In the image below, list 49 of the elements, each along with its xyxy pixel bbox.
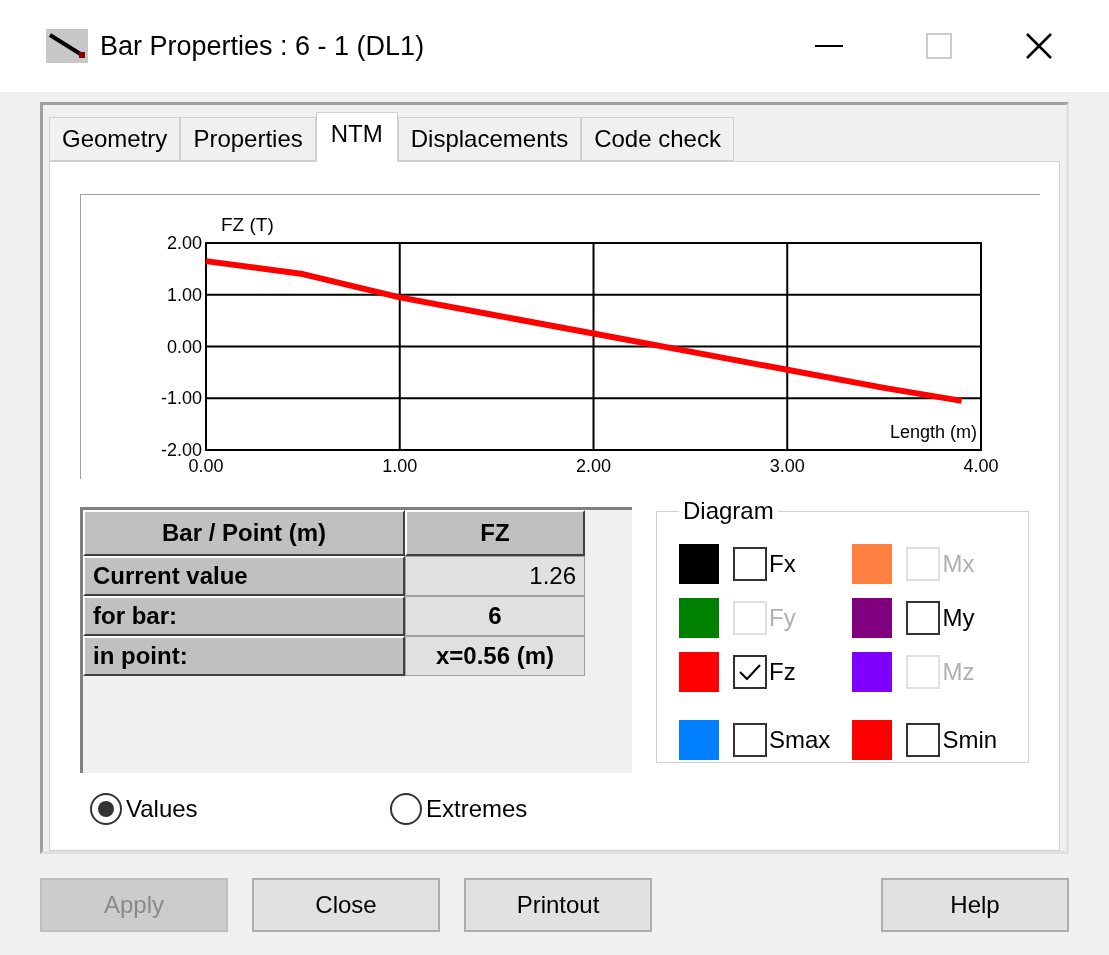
dialog-button[interactable]: Help xyxy=(881,878,1069,932)
axis-title: FZ (T) xyxy=(221,214,274,235)
tick-label: 4.00 xyxy=(963,456,999,476)
minimize-icon xyxy=(815,44,843,48)
close-icon xyxy=(1025,32,1053,60)
checkbox-label: My xyxy=(942,603,975,633)
checkbox[interactable] xyxy=(733,655,767,689)
checkbox-label: Smax xyxy=(769,725,831,755)
table-cell: 1.26 xyxy=(405,556,585,596)
dialog-button[interactable]: Printout xyxy=(464,878,652,932)
group-title: Diagram xyxy=(682,496,775,526)
tab[interactable]: Properties xyxy=(180,117,316,161)
checkbox-label: Fy xyxy=(769,603,796,633)
table-cell: 6 xyxy=(405,596,585,636)
tick-label: 1.00 xyxy=(382,456,418,476)
tab[interactable]: Code check xyxy=(581,117,734,161)
radio-label: Values xyxy=(126,794,198,824)
tab[interactable]: NTM xyxy=(315,112,398,162)
row-label: for bar: xyxy=(83,596,405,636)
row-label: Current value xyxy=(83,556,405,596)
tick-label: 1.00 xyxy=(166,284,202,305)
tab[interactable]: Displacements xyxy=(397,117,582,161)
checkbox[interactable] xyxy=(733,547,767,581)
checkbox-label: Smin xyxy=(942,725,998,755)
tab[interactable]: Geometry xyxy=(49,117,181,161)
checkbox-label: Mx xyxy=(942,549,975,579)
checkbox[interactable] xyxy=(906,601,941,635)
radio-label: Extremes xyxy=(426,794,528,824)
column-header: FZ xyxy=(405,510,585,556)
axis-title: Length (m) xyxy=(889,422,977,442)
checkbox[interactable] xyxy=(906,723,941,757)
tick-label: 2.00 xyxy=(166,233,202,253)
checkbox-label: Mz xyxy=(942,657,975,687)
maximize-icon xyxy=(926,33,952,59)
window-title: Bar Properties : 6 - 1 (DL1) xyxy=(100,29,425,63)
checkbox-label: Fx xyxy=(769,549,796,579)
tick-label: 2.00 xyxy=(576,456,611,476)
tick-label: -1.00 xyxy=(160,388,202,409)
radio-button[interactable] xyxy=(390,793,422,825)
checkbox[interactable] xyxy=(733,723,767,757)
tick-label: 3.00 xyxy=(769,456,805,476)
checkbox-label: Fz xyxy=(769,657,796,687)
check-icon xyxy=(738,662,762,682)
dialog-button[interactable]: Close xyxy=(252,878,440,932)
column-header: Bar / Point (m) xyxy=(83,510,405,556)
tick-label: 0.00 xyxy=(166,336,202,357)
table-cell: x=0.56 (m) xyxy=(405,636,585,676)
radio-button[interactable] xyxy=(90,793,122,825)
row-label: in point: xyxy=(83,636,405,676)
